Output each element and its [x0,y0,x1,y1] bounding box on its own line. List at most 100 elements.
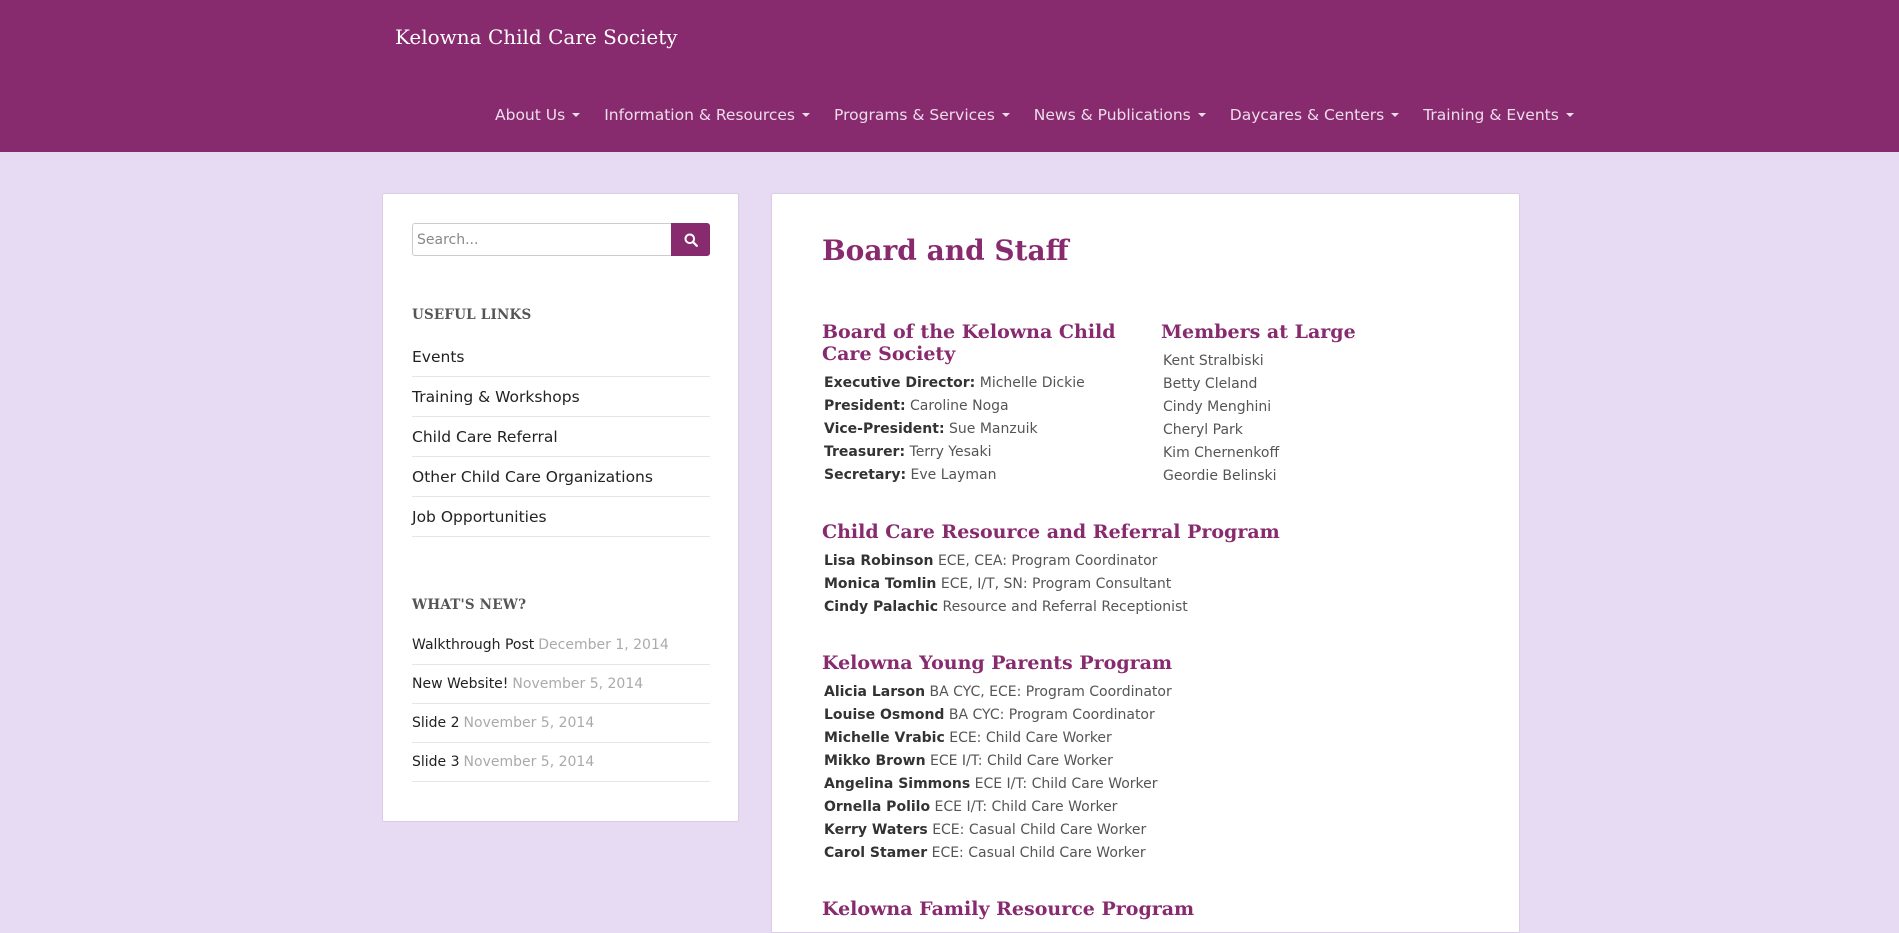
news-item: Slide 3 November 5, 2014 [412,743,710,782]
member-name: Michelle Dickie [979,375,1085,391]
main-nav: About Us Information & Resources Program… [495,103,1598,127]
referral-list: Lisa Robinson ECE, CEA: Program Coordina… [824,550,1188,619]
staff-name: Ornella Polilo [824,799,931,815]
link-training-workshops[interactable]: Training & Workshops [412,377,710,417]
news-date: November 5, 2014 [463,715,595,731]
staff-name: Kerry Waters [824,822,928,838]
staff-row: Ornella Polilo ECE I/T: Child Care Worke… [824,796,1172,819]
staff-role: ECE I/T: Child Care Worker [930,753,1113,769]
search-icon [684,233,698,247]
board-member: Secretary: Eve Layman [824,464,1085,487]
referral-heading: Child Care Resource and Referral Program [822,521,1280,543]
caret-down-icon [1391,113,1400,117]
member-name: Eve Layman [910,467,997,483]
news-title-link[interactable]: Walkthrough Post [412,637,534,653]
staff-role: ECE: Casual Child Care Worker [932,822,1147,838]
nav-daycares-centers[interactable]: Daycares & Centers [1229,106,1400,124]
caret-down-icon [1001,113,1010,117]
caret-down-icon [572,113,581,117]
nav-label: Information & Resources [604,106,796,124]
young-parents-list: Alicia Larson BA CYC, ECE: Program Coord… [824,681,1172,865]
staff-name: Angelina Simmons [824,776,971,792]
site-brand-link[interactable]: Kelowna Child Care Society [395,25,678,49]
news-title-link[interactable]: Slide 3 [412,754,460,770]
members-list: Kent Stralbiski Betty Cleland Cindy Meng… [1163,350,1279,488]
staff-row: Carol Stamer ECE: Casual Child Care Work… [824,842,1172,865]
young-parents-heading: Kelowna Young Parents Program [822,652,1173,674]
family-resource-heading: Kelowna Family Resource Program [822,898,1195,920]
search-input[interactable] [412,223,671,256]
caret-down-icon [1197,113,1206,117]
staff-row: Kerry Waters ECE: Casual Child Care Work… [824,819,1172,842]
member-name: Cheryl Park [1163,422,1243,438]
news-title-link[interactable]: New Website! [412,676,508,692]
board-member: Vice-President: Sue Manzuik [824,418,1085,441]
nav-label: Daycares & Centers [1229,106,1385,124]
member-role: Vice-President: [824,421,945,437]
useful-links-list: Events Training & Workshops Child Care R… [412,337,710,537]
member-name: Kim Chernenkoff [1163,445,1280,461]
news-item: Walkthrough Post December 1, 2014 [412,626,710,665]
member-role: Executive Director: [824,375,976,391]
nav-programs-services[interactable]: Programs & Services [834,106,1010,124]
main-content: Board and Staff Board of the Kelowna Chi… [771,193,1520,933]
staff-role: ECE, CEA: Program Coordinator [937,553,1158,569]
staff-name: Cindy Palachic [824,599,939,615]
staff-row: Angelina Simmons ECE I/T: Child Care Wor… [824,773,1172,796]
staff-name: Lisa Robinson [824,553,934,569]
news-item: New Website! November 5, 2014 [412,665,710,704]
site-header: Kelowna Child Care Society About Us Info… [0,0,1899,152]
nav-news-publications[interactable]: News & Publications [1034,106,1206,124]
member-role: Treasurer: [824,444,906,460]
search-form [412,223,710,256]
staff-row: Mikko Brown ECE I/T: Child Care Worker [824,750,1172,773]
nav-label: Training & Events [1423,106,1559,124]
member-role: Secretary: [824,467,907,483]
news-title-link[interactable]: Slide 2 [412,715,460,731]
staff-row: Cindy Palachic Resource and Referral Rec… [824,596,1188,619]
news-item: Slide 2 November 5, 2014 [412,704,710,743]
search-button[interactable] [671,223,710,256]
staff-name: Alicia Larson [824,684,926,700]
staff-row: Alicia Larson BA CYC, ECE: Program Coord… [824,681,1172,704]
board-list: Executive Director: Michelle Dickie Pres… [824,372,1085,487]
board-member: Treasurer: Terry Yesaki [824,441,1085,464]
news-date: December 1, 2014 [538,637,669,653]
member-role: President: [824,398,906,414]
board-heading: Board of the Kelowna Child Care Society [822,321,1116,365]
link-events[interactable]: Events [412,337,710,377]
member-name: Betty Cleland [1163,376,1258,392]
news-date: November 5, 2014 [463,754,595,770]
member-name: Kent Stralbiski [1163,353,1264,369]
nav-training-events[interactable]: Training & Events [1423,106,1574,124]
staff-role: Resource and Referral Receptionist [942,599,1188,615]
staff-row: Lisa Robinson ECE, CEA: Program Coordina… [824,550,1188,573]
member-name: Terry Yesaki [909,444,992,460]
staff-role: ECE: Casual Child Care Worker [931,845,1146,861]
staff-name: Mikko Brown [824,753,926,769]
nav-label: Programs & Services [834,106,995,124]
caret-down-icon [802,113,811,117]
nav-information-resources[interactable]: Information & Resources [604,106,811,124]
member-name: Cindy Menghini [1163,399,1272,415]
link-child-care-referral[interactable]: Child Care Referral [412,417,710,457]
staff-name: Louise Osmond [824,707,945,723]
board-member: President: Caroline Noga [824,395,1085,418]
staff-row: Monica Tomlin ECE, I/T, SN: Program Cons… [824,573,1188,596]
nav-about-us[interactable]: About Us [495,106,581,124]
members-at-large-heading: Members at Large [1161,321,1356,343]
page-title: Board and Staff [822,234,1069,267]
staff-name: Carol Stamer [824,845,928,861]
caret-down-icon [1565,113,1574,117]
nav-label: News & Publications [1033,106,1191,124]
member-name: Caroline Noga [910,398,1009,414]
staff-name: Monica Tomlin [824,576,937,592]
news-date: November 5, 2014 [512,676,644,692]
staff-role: ECE: Child Care Worker [949,730,1112,746]
nav-label: About Us [495,106,566,124]
member-name: Geordie Belinski [1163,468,1277,484]
link-other-organizations[interactable]: Other Child Care Organizations [412,457,710,497]
member-name: Sue Manzuik [949,421,1038,437]
whats-new-title: WHAT'S NEW? [412,597,527,613]
link-job-opportunities[interactable]: Job Opportunities [412,497,710,537]
